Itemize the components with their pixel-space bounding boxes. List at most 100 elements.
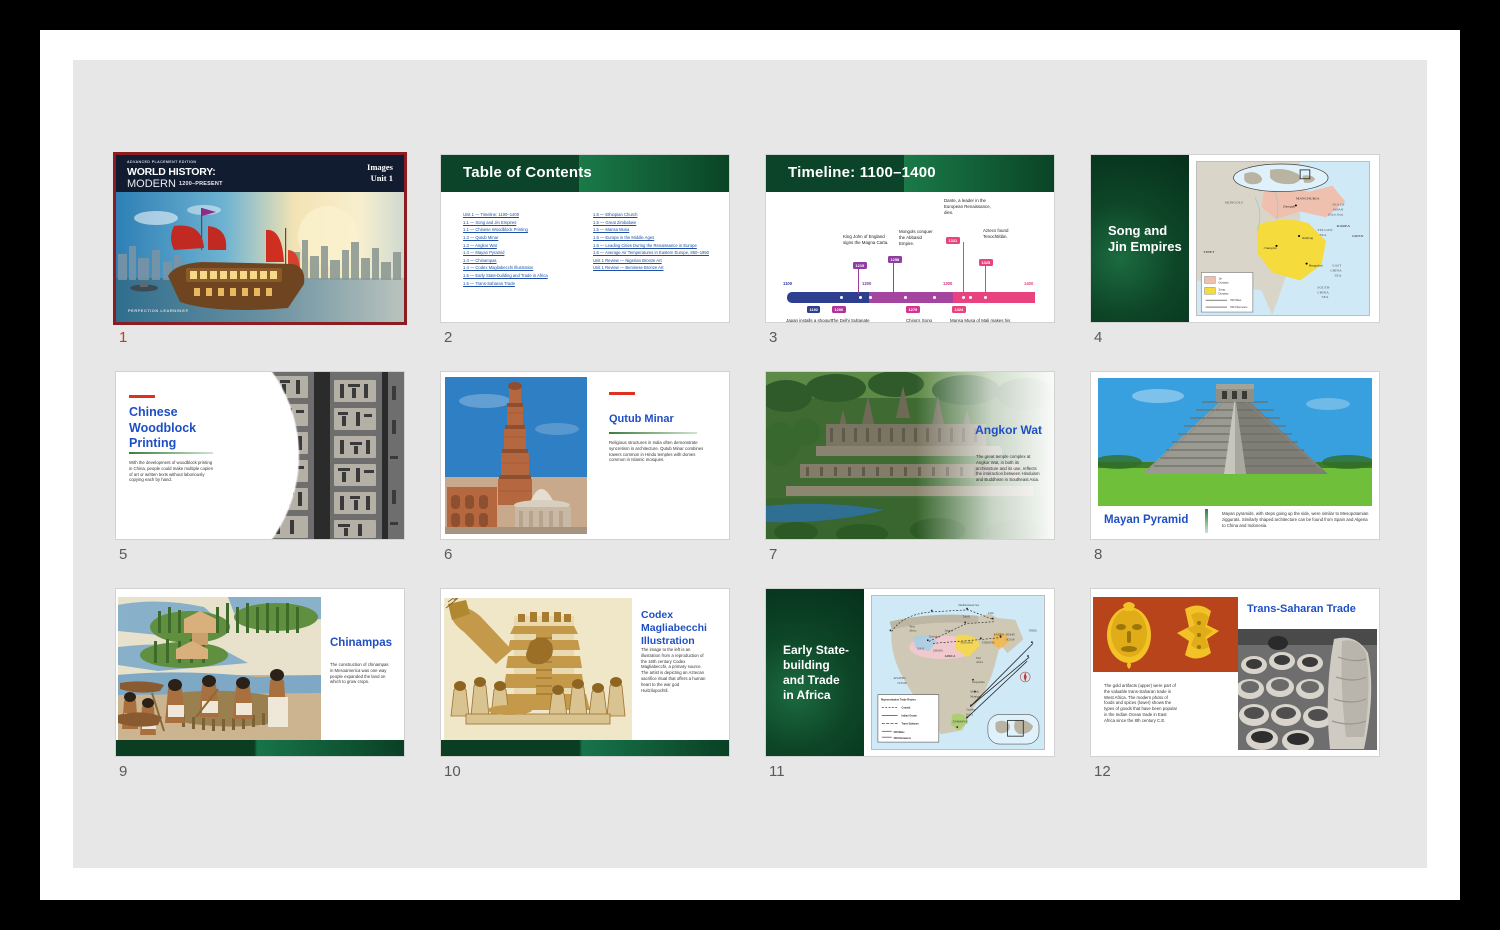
- slide-1-corner-label: Images Unit 1: [367, 162, 393, 185]
- slide-1-kicker: ADVANCED PLACEMENT EDITION: [127, 160, 197, 164]
- svg-text:INDIA: INDIA: [1029, 630, 1037, 633]
- timeline-node: [859, 296, 862, 299]
- toc-link[interactable]: 1.5 — Mansa Musa: [593, 226, 709, 234]
- slide-number-2: 2: [444, 329, 453, 346]
- slide-cell-4[interactable]: Song and Jin Empires MONGOLS MANCHURIA S…: [1091, 155, 1379, 363]
- slide-thumbnail-10[interactable]: Codex Magliabecchi Illustration The imag…: [441, 589, 729, 756]
- svg-text:(East Sea): (East Sea): [1328, 212, 1344, 216]
- slide-thumbnail-2[interactable]: Table of Contents Unit 1 — Timeline: 110…: [441, 155, 729, 322]
- svg-text:Hangzhou: Hangzhou: [1308, 264, 1324, 268]
- toc-link[interactable]: 1.1 — Song and Jin Empires: [463, 219, 548, 227]
- slide-thumbnail-12[interactable]: Trans-Saharan Trade The gold artifacts (…: [1091, 589, 1379, 756]
- slide-thumbnail-3[interactable]: Timeline: 1100–1400 1100 1200 1300 1400: [766, 155, 1054, 322]
- slide-thumbnail-1[interactable]: ADVANCED PLACEMENT EDITION WORLD HISTORY…: [116, 155, 404, 322]
- slide-thumbnail-9[interactable]: Chinampas The construction of chinampas …: [116, 589, 404, 756]
- slide-cell-5[interactable]: Chinese Woodblock Printing With the deve…: [116, 372, 404, 580]
- slide-1-title-sub: 1200–PRESENT: [178, 181, 223, 187]
- slide-10-title: Codex Magliabecchi Illustration: [641, 609, 707, 647]
- toc-link[interactable]: 1.4 — Codex Magliabecchi Illustration: [463, 264, 548, 272]
- svg-text:JAPAN: JAPAN: [1332, 207, 1343, 211]
- mayan-pyramid-photo: [1098, 378, 1372, 506]
- svg-text:SEA: SEA: [1322, 295, 1329, 299]
- slide-thumbnail-7[interactable]: Angkor Wat The great temple complex at A…: [766, 372, 1054, 539]
- slide-number-3: 3: [769, 329, 778, 346]
- toc-link[interactable]: 1.4 — Mayan Pyramid: [463, 249, 548, 257]
- svg-text:Kilwa: Kilwa: [966, 713, 973, 716]
- toc-link[interactable]: 1.6 — Leading Cities During the Renaissa…: [593, 242, 709, 250]
- slide-5-body: With the development of woodblock printi…: [129, 460, 213, 483]
- slide-cell-8[interactable]: Mayan Pyramid Mayan pyramids, with steps…: [1091, 372, 1379, 580]
- timeline-event-note: Dante, a leader in the European Renaissa…: [944, 198, 991, 215]
- slide-1-cover-photo: [116, 192, 404, 322]
- slide-grid: ADVANCED PLACEMENT EDITION WORLD HISTORY…: [116, 155, 1396, 797]
- svg-text:Sahara: Sahara: [945, 630, 954, 633]
- gold-artifacts-photo: [1093, 597, 1238, 672]
- svg-text:SOUTH: SOUTH: [1317, 285, 1330, 289]
- timeline-event-note: Mansa Musa of Mali makes his pilgrimage …: [950, 318, 1011, 322]
- timeline-event-note: China's Song Dynasty falls.: [906, 318, 932, 322]
- slide-cell-1[interactable]: ADVANCED PLACEMENT EDITION WORLD HISTORY…: [116, 155, 404, 363]
- slide-thumbnail-6[interactable]: Qutub Minar Religious structures in Indi…: [441, 372, 729, 539]
- slide-thumbnail-8[interactable]: Mayan Pyramid Mayan pyramids, with steps…: [1091, 372, 1379, 539]
- timeline-node: [840, 296, 843, 299]
- slide-8-title: Mayan Pyramid: [1104, 514, 1189, 526]
- toc-link[interactable]: 1.6 — Average Air Temperatures in Easter…: [593, 249, 709, 257]
- toc-link[interactable]: 1.5 — Ethiopian Church: [593, 211, 709, 219]
- slide-number-12: 12: [1094, 763, 1111, 780]
- toc-link[interactable]: 1.1 — Chinese Woodblock Printing: [463, 226, 548, 234]
- slide-thumbnail-11[interactable]: Early State- building and Trade in Afric…: [766, 589, 1054, 756]
- svg-text:Coastal: Coastal: [902, 707, 911, 710]
- svg-text:MANCHURIA: MANCHURIA: [1296, 197, 1320, 201]
- toc-link[interactable]: 1.5 — Great Zimbabwe: [593, 219, 709, 227]
- slide-6-title: Qutub Minar: [609, 413, 674, 425]
- svg-text:Trans-Saharan: Trans-Saharan: [902, 722, 920, 725]
- slide-cell-9[interactable]: Chinampas The construction of chinampas …: [116, 589, 404, 797]
- svg-text:Indian Ocean: Indian Ocean: [902, 714, 918, 717]
- slide-1-corner-line2: Unit 1: [370, 173, 393, 184]
- slide-thumbnail-4[interactable]: Song and Jin Empires MONGOLS MANCHURIA S…: [1091, 155, 1379, 322]
- codex-magliabecchi-graphic: [444, 598, 632, 740]
- toc-link[interactable]: 1.6 — Europe in the Middle Ages: [593, 234, 709, 242]
- toc-column-right: 1.5 — Ethiopian Church 1.5 — Great Zimba…: [593, 211, 709, 272]
- toc-link[interactable]: 1.4 — Chinampas: [463, 257, 548, 265]
- slide-8-canvas: Mayan Pyramid Mayan pyramids, with steps…: [1091, 372, 1379, 539]
- svg-text:500 Kilometers: 500 Kilometers: [894, 737, 912, 740]
- slide-9-bottom-band: [116, 740, 404, 756]
- timeline-node: [869, 296, 872, 299]
- slide-sorter-pane[interactable]: ADVANCED PLACEMENT EDITION WORLD HISTORY…: [73, 60, 1427, 868]
- slide-1-canvas: ADVANCED PLACEMENT EDITION WORLD HISTORY…: [116, 155, 404, 322]
- slide-5-title: Chinese Woodblock Printing: [129, 405, 197, 451]
- song-jin-map: MONGOLS MANCHURIA SEA OF JAPAN (East Sea)…: [1196, 161, 1370, 316]
- slide-number-8: 8: [1094, 546, 1103, 563]
- timeline-segment-1200s: [869, 292, 955, 303]
- slide-7-body: The great temple complex at Angkor Wat, …: [976, 454, 1040, 483]
- toc-link[interactable]: Unit 1 — Timeline: 1100–1400: [463, 211, 548, 219]
- svg-text:SONGHAI: SONGHAI: [961, 641, 973, 644]
- chinampas-mural-graphic: [118, 597, 321, 743]
- timeline-event-note: Aztecs found Tenochtitlán.: [983, 228, 1009, 239]
- timeline-node: [984, 296, 987, 299]
- slide-2-canvas: Table of Contents Unit 1 — Timeline: 110…: [441, 155, 729, 322]
- slide-cell-7[interactable]: Angkor Wat The great temple complex at A…: [766, 372, 1054, 580]
- toc-link[interactable]: Unit 1 Review — Nigerian Bronze Art: [593, 257, 709, 265]
- svg-text:KOREA: KOREA: [1337, 224, 1351, 228]
- toc-link[interactable]: Unit 1 Review — Beninese Bronze Art: [593, 264, 709, 272]
- slide-cell-2[interactable]: Table of Contents Unit 1 — Timeline: 110…: [441, 155, 729, 363]
- slide-cell-3[interactable]: Timeline: 1100–1400 1100 1200 1300 1400: [766, 155, 1054, 363]
- slide-cell-10[interactable]: Codex Magliabecchi Illustration The imag…: [441, 589, 729, 797]
- slide-cell-11[interactable]: Early State- building and Trade in Afric…: [766, 589, 1054, 797]
- slide-number-9: 9: [119, 763, 128, 780]
- toc-link[interactable]: 1.5 — Early State-building and Trade in …: [463, 272, 548, 280]
- slide-5-green-rule: [129, 452, 213, 454]
- svg-text:OCEAN: OCEAN: [898, 682, 907, 685]
- song-jin-map-graphic: MONGOLS MANCHURIA SEA OFJAPAN (East Sea)…: [1197, 162, 1369, 315]
- slide-cell-12[interactable]: Trans-Saharan Trade The gold artifacts (…: [1091, 589, 1379, 797]
- spice-market-graphic: [1238, 629, 1377, 750]
- toc-link[interactable]: 1.5 — Trans-Saharan Trade: [463, 280, 548, 288]
- timeline-event-note: Mongols conquer the Abbasid Empire.: [899, 229, 933, 246]
- toc-link[interactable]: 1.3 — Qutub Minar: [463, 234, 548, 242]
- slide-thumbnail-5[interactable]: Chinese Woodblock Printing With the deve…: [116, 372, 404, 539]
- slide-cell-6[interactable]: Qutub Minar Religious structures in Indi…: [441, 372, 729, 580]
- toc-link[interactable]: 1.3 — Angkor Wat: [463, 242, 548, 250]
- svg-text:OCEAN: OCEAN: [1006, 638, 1015, 641]
